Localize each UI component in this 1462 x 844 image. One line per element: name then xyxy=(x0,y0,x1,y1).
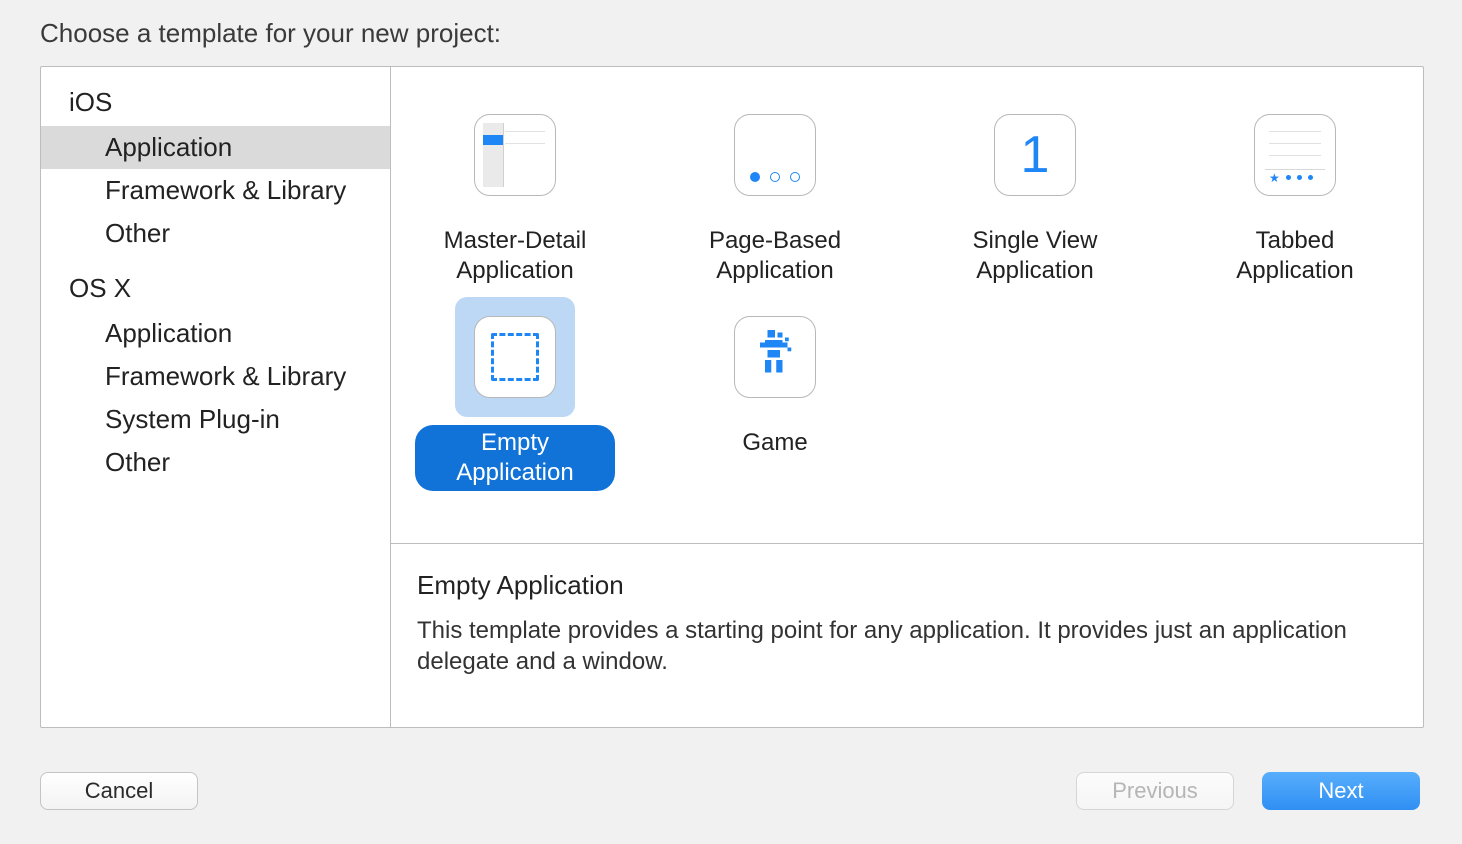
previous-button: Previous xyxy=(1076,772,1234,810)
sidebar-item-ios-application[interactable]: Application xyxy=(41,126,390,169)
template-panel: iOS Application Framework & Library Othe… xyxy=(40,66,1424,728)
sidebar-item-osx-other[interactable]: Other xyxy=(41,441,390,484)
master-detail-icon xyxy=(474,114,556,196)
empty-application-icon xyxy=(474,316,556,398)
sidebar-item-ios-other[interactable]: Other xyxy=(41,212,390,255)
template-description-body: This template provides a starting point … xyxy=(417,615,1397,677)
template-label: Empty Application xyxy=(415,425,615,491)
template-empty-application[interactable]: Empty Application xyxy=(415,297,615,491)
template-label: Single View Application xyxy=(935,223,1135,289)
template-page-based-application[interactable]: Page-Based Application xyxy=(675,95,875,289)
template-main-area: Master-Detail Application Page-Based App… xyxy=(391,67,1423,727)
template-grid: Master-Detail Application Page-Based App… xyxy=(391,67,1423,543)
new-project-template-sheet: Choose a template for your new project: … xyxy=(0,0,1462,844)
page-based-icon xyxy=(734,114,816,196)
sidebar-item-ios-framework-library[interactable]: Framework & Library xyxy=(41,169,390,212)
sheet-footer: Cancel Previous Next xyxy=(0,760,1462,844)
tabbed-icon: ★ xyxy=(1254,114,1336,196)
sidebar-item-osx-framework-library[interactable]: Framework & Library xyxy=(41,355,390,398)
template-label: Tabbed Application xyxy=(1195,223,1395,289)
sidebar-item-osx-system-plugin[interactable]: System Plug-in xyxy=(41,398,390,441)
template-category-sidebar: iOS Application Framework & Library Othe… xyxy=(41,67,391,727)
sidebar-group-osx: OS X xyxy=(41,265,390,312)
template-description-title: Empty Application xyxy=(417,570,1397,601)
template-game[interactable]: Game xyxy=(675,297,875,491)
sheet-prompt: Choose a template for your new project: xyxy=(40,18,501,49)
game-icon xyxy=(734,316,816,398)
template-description-pane: Empty Application This template provides… xyxy=(391,543,1423,727)
next-button[interactable]: Next xyxy=(1262,772,1420,810)
template-tabbed-application[interactable]: ★ Tabbed Application xyxy=(1195,95,1395,289)
sidebar-item-osx-application[interactable]: Application xyxy=(41,312,390,355)
cancel-button[interactable]: Cancel xyxy=(40,772,198,810)
sidebar-group-ios: iOS xyxy=(41,79,390,126)
template-single-view-application[interactable]: 1 Single View Application xyxy=(935,95,1135,289)
template-master-detail-application[interactable]: Master-Detail Application xyxy=(415,95,615,289)
template-label: Master-Detail Application xyxy=(415,223,615,289)
single-view-icon: 1 xyxy=(994,114,1076,196)
template-label: Game xyxy=(728,425,821,461)
template-label: Page-Based Application xyxy=(675,223,875,289)
